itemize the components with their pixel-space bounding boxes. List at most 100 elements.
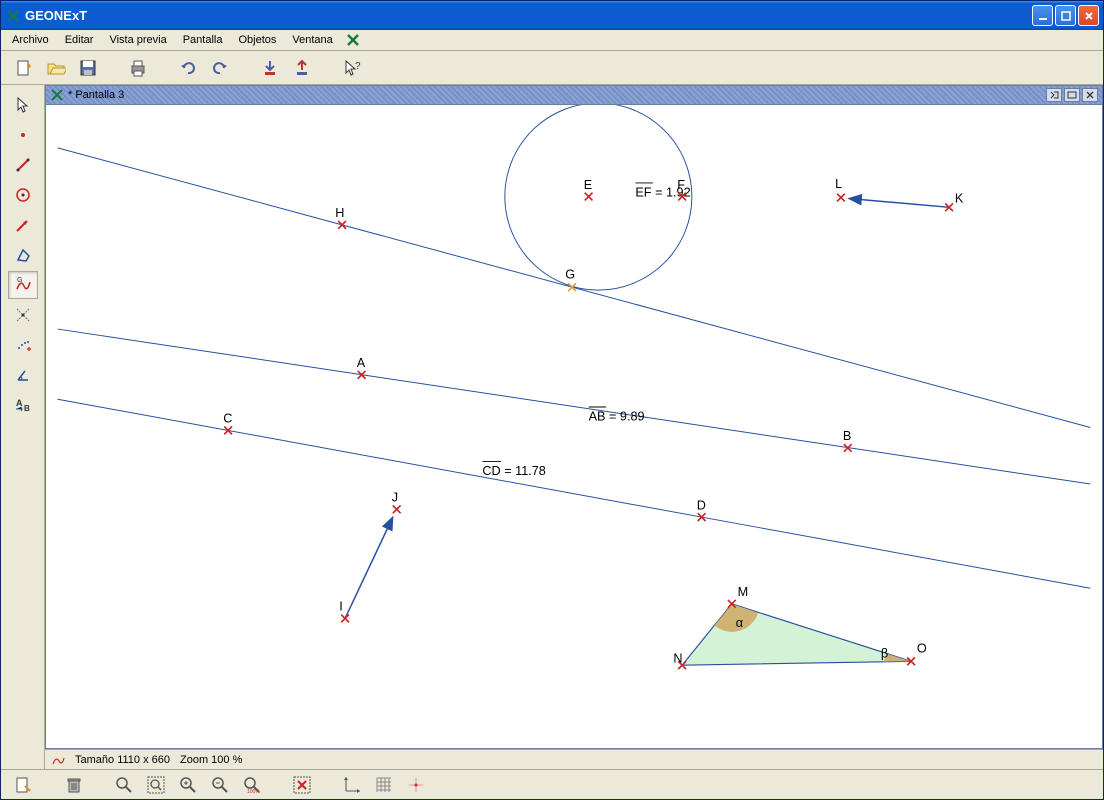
svg-text:CD = 11.78: CD = 11.78 — [482, 464, 545, 478]
import-button[interactable] — [257, 55, 283, 81]
canvas-svg: EF = 1.92 AB = 9.89 CD = 11.78 A B C D — [46, 105, 1102, 748]
save-button[interactable] — [75, 55, 101, 81]
svg-text:A: A — [16, 398, 23, 408]
point-j[interactable]: J — [392, 491, 401, 514]
circle-tool[interactable] — [8, 181, 38, 209]
pointer-tool[interactable] — [8, 91, 38, 119]
app-window: GEONExT Archivo Editar Vista previa Pant… — [0, 0, 1104, 800]
vector-arrow-tool[interactable] — [8, 211, 38, 239]
help-pointer-button[interactable]: ? — [339, 55, 365, 81]
measure-ab: AB = 9.89 — [589, 407, 645, 424]
svg-text:M: M — [738, 585, 749, 599]
zoom-fit-button[interactable]: 100% — [239, 772, 265, 798]
doc-app-icon — [50, 88, 64, 102]
document-area: * Pantalla 3 — [45, 85, 1103, 769]
top-toolbar: ? — [1, 51, 1103, 85]
status-zoom: Zoom 100 % — [180, 754, 242, 766]
svg-text:B: B — [843, 429, 851, 443]
svg-text:AB = 9.89: AB = 9.89 — [589, 410, 645, 424]
document-title: * Pantalla 3 — [68, 89, 1046, 101]
svg-text:L: L — [835, 177, 842, 191]
doc-maximize-button[interactable] — [1064, 88, 1080, 102]
angle-alpha-label: α — [736, 616, 743, 630]
svg-text:K: K — [955, 191, 964, 205]
zoom-button[interactable] — [111, 772, 137, 798]
svg-text:G: G — [17, 277, 22, 284]
svg-text:E: E — [584, 178, 592, 192]
menu-pantalla[interactable]: Pantalla — [176, 32, 230, 48]
svg-text:D: D — [697, 498, 706, 512]
svg-text:?: ? — [355, 61, 361, 72]
point-tool[interactable] — [8, 121, 38, 149]
svg-text:100%: 100% — [247, 789, 260, 795]
new-file-button[interactable] — [11, 55, 37, 81]
doc-close-button[interactable] — [1082, 88, 1098, 102]
menubar: Archivo Editar Vista previa Pantalla Obj… — [1, 30, 1103, 51]
svg-text:A: A — [357, 356, 366, 370]
trace-tool[interactable] — [8, 331, 38, 359]
maximize-button[interactable] — [1055, 5, 1076, 26]
line-tool[interactable] — [8, 151, 38, 179]
close-button[interactable] — [1078, 5, 1099, 26]
svg-text:G: G — [565, 267, 575, 281]
origin-marker-button[interactable] — [403, 772, 429, 798]
bottom-toolbar: 100% — [1, 769, 1103, 799]
minimize-button[interactable] — [1032, 5, 1053, 26]
titlebar: GEONExT — [1, 1, 1103, 30]
point-m[interactable]: M — [728, 585, 748, 608]
document-titlebar: * Pantalla 3 — [45, 85, 1103, 105]
svg-text:I: I — [339, 600, 343, 614]
svg-text:H: H — [335, 206, 344, 220]
line-cd[interactable] — [58, 399, 1091, 588]
svg-text:F: F — [677, 178, 685, 192]
intersect-tool[interactable] — [8, 301, 38, 329]
svg-text:J: J — [392, 491, 398, 505]
zoom-area-button[interactable] — [143, 772, 169, 798]
point-e[interactable]: E — [584, 178, 593, 201]
line-ab[interactable] — [58, 329, 1091, 484]
print-button[interactable] — [125, 55, 151, 81]
menu-archivo[interactable]: Archivo — [5, 32, 56, 48]
status-graph-icon — [51, 753, 65, 767]
measure-cd: CD = 11.78 — [482, 462, 545, 479]
menu-close-icon[interactable] — [346, 33, 360, 47]
menu-objetos[interactable]: Objetos — [231, 32, 283, 48]
point-n[interactable]: N — [673, 651, 686, 669]
menu-editar[interactable]: Editar — [58, 32, 101, 48]
point-o[interactable]: O — [907, 642, 927, 666]
svg-text:C: C — [223, 412, 232, 426]
svg-text:B: B — [24, 404, 30, 413]
menu-ventana[interactable]: Ventana — [285, 32, 339, 48]
angle-beta-label: β — [881, 646, 888, 660]
edit-props-button[interactable] — [11, 772, 37, 798]
doc-minimize-button[interactable] — [1046, 88, 1062, 102]
menu-vista-previa[interactable]: Vista previa — [102, 32, 173, 48]
polygon-tool[interactable] — [8, 241, 38, 269]
undo-button[interactable] — [175, 55, 201, 81]
line-hg-tangent[interactable] — [58, 148, 1091, 428]
text-label-tool[interactable]: AB — [8, 391, 38, 419]
point-k[interactable]: K — [945, 191, 964, 211]
zoom-out-button[interactable] — [207, 772, 233, 798]
point-i[interactable]: I — [339, 600, 349, 623]
app-title: GEONExT — [25, 8, 1032, 23]
svg-text:N: N — [673, 651, 682, 665]
vector-ij[interactable] — [345, 517, 393, 618]
grid-button[interactable] — [371, 772, 397, 798]
angle-tool[interactable] — [8, 361, 38, 389]
export-button[interactable] — [289, 55, 315, 81]
point-l[interactable]: L — [835, 177, 845, 202]
function-graph-tool[interactable]: G — [8, 271, 38, 299]
geometry-canvas[interactable]: EF = 1.92 AB = 9.89 CD = 11.78 A B C D — [45, 105, 1103, 749]
statusbar: Tamaño 1110 x 660 Zoom 100 % — [45, 749, 1103, 769]
delete-button[interactable] — [61, 772, 87, 798]
triangle-mno[interactable] — [682, 604, 911, 665]
zoom-in-button[interactable] — [175, 772, 201, 798]
vector-kl[interactable] — [849, 199, 949, 208]
axes-button[interactable] — [339, 772, 365, 798]
open-file-button[interactable] — [43, 55, 69, 81]
delete-selection-button[interactable] — [289, 772, 315, 798]
app-icon — [5, 8, 21, 24]
window-buttons — [1032, 5, 1099, 26]
redo-button[interactable] — [207, 55, 233, 81]
